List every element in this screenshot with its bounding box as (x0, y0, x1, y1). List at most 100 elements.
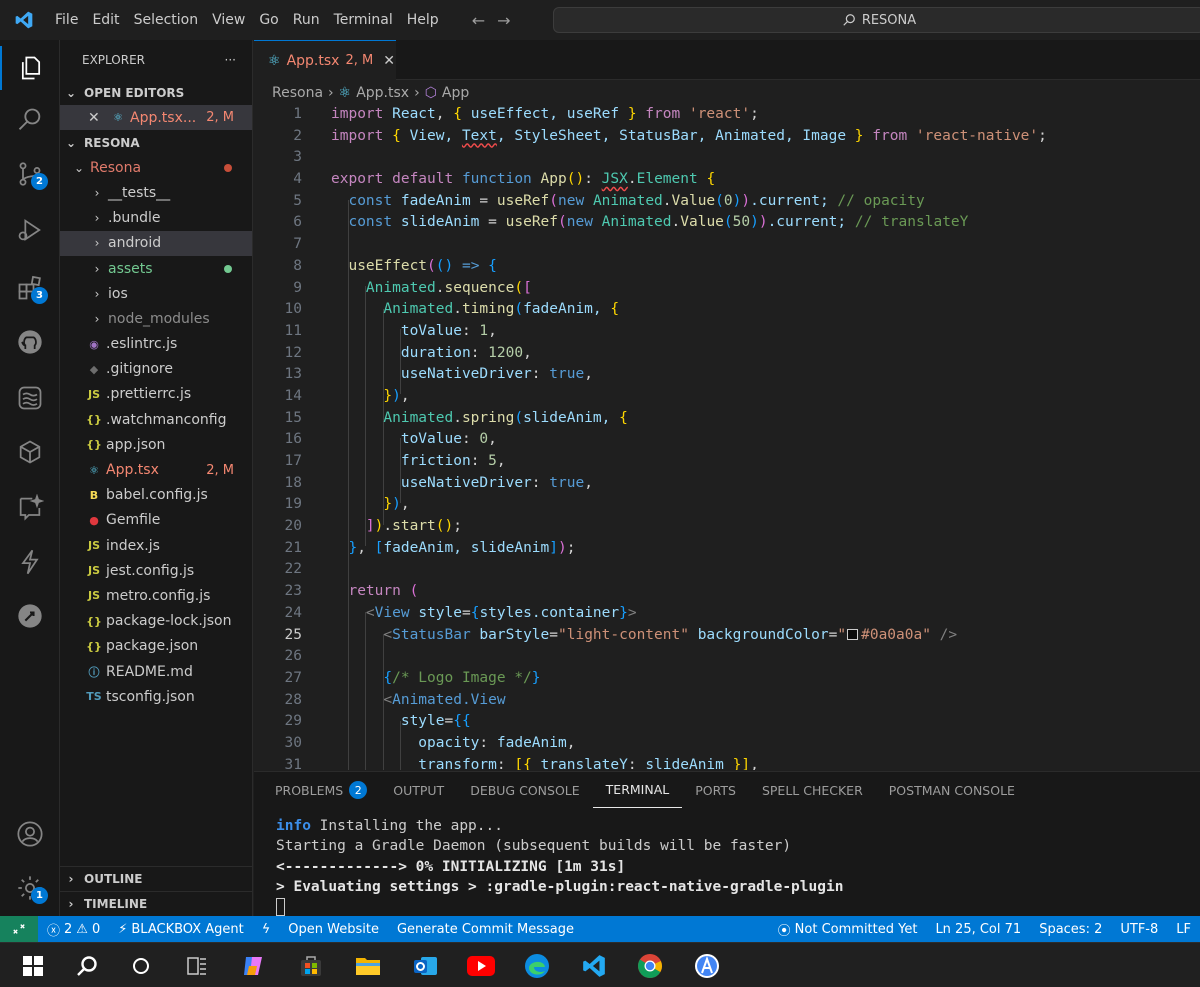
indentation[interactable]: Spaces: 2 (1030, 916, 1111, 942)
file-item[interactable]: JS .prettierrc.js (60, 382, 252, 407)
file-item[interactable]: JS metro.config.js (60, 583, 252, 608)
command-center-search[interactable]: RESONA (553, 7, 1200, 33)
file-explorer-icon[interactable] (353, 951, 383, 981)
file-item[interactable]: Bbabel.config.js (60, 483, 252, 508)
copilot-chat-icon[interactable] (0, 486, 60, 530)
problems-status[interactable]: ⓧ 2 ⚠ 0 (38, 916, 109, 942)
blackbox-agent-status[interactable]: ⚡ BLACKBOX Agent (109, 916, 252, 942)
terminal-output[interactable]: info Installing the app... Starting a Gr… (276, 816, 843, 917)
file-item[interactable]: JS jest.config.js (60, 558, 252, 583)
end-of-line[interactable]: LF (1167, 916, 1200, 942)
panel-tab-spell-checker[interactable]: SPELL CHECKER (749, 772, 876, 808)
source-control-icon[interactable]: 2 (0, 152, 60, 196)
file-item[interactable]: ⚛ App.tsx 2, M (60, 457, 252, 482)
file-item[interactable]: JS index.js (60, 533, 252, 558)
cube-icon[interactable] (0, 430, 60, 474)
panel-tab-debug-console[interactable]: DEBUG CONSOLE (457, 772, 592, 808)
menu-view[interactable]: View (205, 0, 252, 40)
postman-icon[interactable] (0, 594, 60, 638)
file-item[interactable]: {} .watchmanconfig (60, 407, 252, 432)
code-token: 'react' (688, 106, 751, 122)
lightning-status-icon[interactable]: ϟ (253, 916, 280, 942)
youtube-icon[interactable] (466, 951, 496, 981)
close-icon[interactable]: ✕ (88, 110, 104, 126)
widgets-icon[interactable] (182, 951, 212, 981)
tab-app-tsx[interactable]: ⚛ App.tsx 2, M ✕ (254, 40, 396, 80)
extensions-icon[interactable]: 3 (0, 266, 60, 310)
explorer-icon[interactable] (0, 46, 60, 90)
outline-section[interactable]: › OUTLINE (60, 866, 253, 891)
microsoft-store-icon[interactable] (296, 951, 326, 981)
copilot-app-icon[interactable] (238, 951, 268, 981)
folder-item[interactable]: › .bundle (60, 206, 252, 231)
vscode-taskbar-icon[interactable] (579, 951, 609, 981)
breadcrumb-symbol[interactable]: App (442, 85, 469, 101)
lightning-icon[interactable] (0, 540, 60, 584)
status-bar: ⓧ 2 ⚠ 0 ⚡ BLACKBOX Agent ϟ Open Website … (0, 916, 1200, 942)
workspace-section[interactable]: ⌄ RESONA (60, 130, 252, 155)
encoding[interactable]: UTF-8 (1111, 916, 1167, 942)
outlook-icon[interactable] (410, 951, 440, 981)
panel-tab-output[interactable]: OUTPUT (380, 772, 457, 808)
git-blame-status[interactable]: ⦿ Not Committed Yet (769, 916, 927, 942)
code-editor[interactable]: 1 import React, { useEffect, useRef } fro… (254, 104, 1200, 770)
android-studio-icon[interactable] (692, 951, 722, 981)
task-view-icon[interactable] (126, 951, 156, 981)
breadcrumb-folder[interactable]: Resona (272, 85, 323, 101)
menu-selection[interactable]: Selection (127, 0, 206, 40)
forward-arrow-icon[interactable]: → (497, 11, 510, 30)
run-debug-icon[interactable] (0, 208, 60, 252)
panel-tab-terminal[interactable]: TERMINAL (592, 772, 683, 808)
file-item[interactable]: ◆ .gitignore (60, 357, 252, 382)
close-tab-icon[interactable]: ✕ (383, 53, 395, 69)
folder-item[interactable]: › android (60, 230, 252, 256)
file-item[interactable]: ⓘ README.md (60, 659, 252, 684)
folder-item[interactable]: › assets (60, 256, 252, 281)
file-item[interactable]: {} package-lock.json (60, 609, 252, 634)
open-editor-item[interactable]: ✕ ⚛ App.tsx... 2, M (60, 105, 252, 131)
folder-item[interactable]: › ios (60, 281, 252, 306)
file-item[interactable]: ● Gemfile (60, 508, 252, 533)
more-actions-icon[interactable]: ··· (225, 53, 236, 67)
search-text: RESONA (861, 12, 917, 28)
code-token: { (697, 171, 716, 188)
menu-run[interactable]: Run (286, 0, 327, 40)
line-number: 29 (284, 713, 302, 730)
code-text: duration: 1200, (331, 343, 532, 365)
timeline-section[interactable]: › TIMELINE (60, 891, 253, 916)
back-arrow-icon[interactable]: ← (472, 11, 485, 30)
file-item[interactable]: {} package.json (60, 634, 252, 659)
generate-commit-button[interactable]: Generate Commit Message (388, 916, 583, 942)
settings-gear-icon[interactable]: 1 (0, 866, 60, 910)
breadcrumb-file[interactable]: App.tsx (356, 85, 409, 101)
root-folder[interactable]: ⌄ Resona (60, 155, 252, 180)
menu-edit[interactable]: Edit (85, 0, 126, 40)
file-item[interactable]: TS tsconfig.json (60, 684, 252, 709)
waves-icon[interactable] (0, 376, 60, 420)
github-icon[interactable] (0, 320, 60, 364)
panel-tab-problems[interactable]: PROBLEMS 2 (262, 772, 380, 808)
taskbar-search-icon[interactable] (72, 951, 102, 981)
panel-tab-ports[interactable]: PORTS (682, 772, 749, 808)
menu-go[interactable]: Go (252, 0, 285, 40)
panel-tab-postman-console[interactable]: POSTMAN CONSOLE (876, 772, 1028, 808)
folder-item[interactable]: › __tests__ (60, 180, 252, 205)
menu-help[interactable]: Help (400, 0, 446, 40)
folder-item[interactable]: › node_modules (60, 306, 252, 331)
code-token: ( (409, 583, 419, 600)
menu-terminal[interactable]: Terminal (327, 0, 400, 40)
file-item[interactable]: ◉ .eslintrc.js (60, 332, 252, 357)
open-website-button[interactable]: Open Website (279, 916, 388, 942)
cursor-position[interactable]: Ln 25, Col 71 (926, 916, 1030, 942)
edge-browser-icon[interactable] (522, 951, 552, 981)
accounts-icon[interactable] (0, 812, 60, 856)
menu-file[interactable]: File (48, 0, 85, 40)
remote-indicator[interactable] (0, 916, 38, 942)
windows-start-icon[interactable] (18, 951, 48, 981)
search-activity-icon[interactable] (0, 98, 60, 142)
file-item[interactable]: {} app.json (60, 432, 252, 457)
tree-item-label: .gitignore (106, 361, 173, 378)
chrome-icon[interactable] (635, 951, 665, 981)
open-editors-section[interactable]: ⌄ OPEN EDITORS (60, 80, 252, 105)
code-text: }), (331, 494, 409, 516)
